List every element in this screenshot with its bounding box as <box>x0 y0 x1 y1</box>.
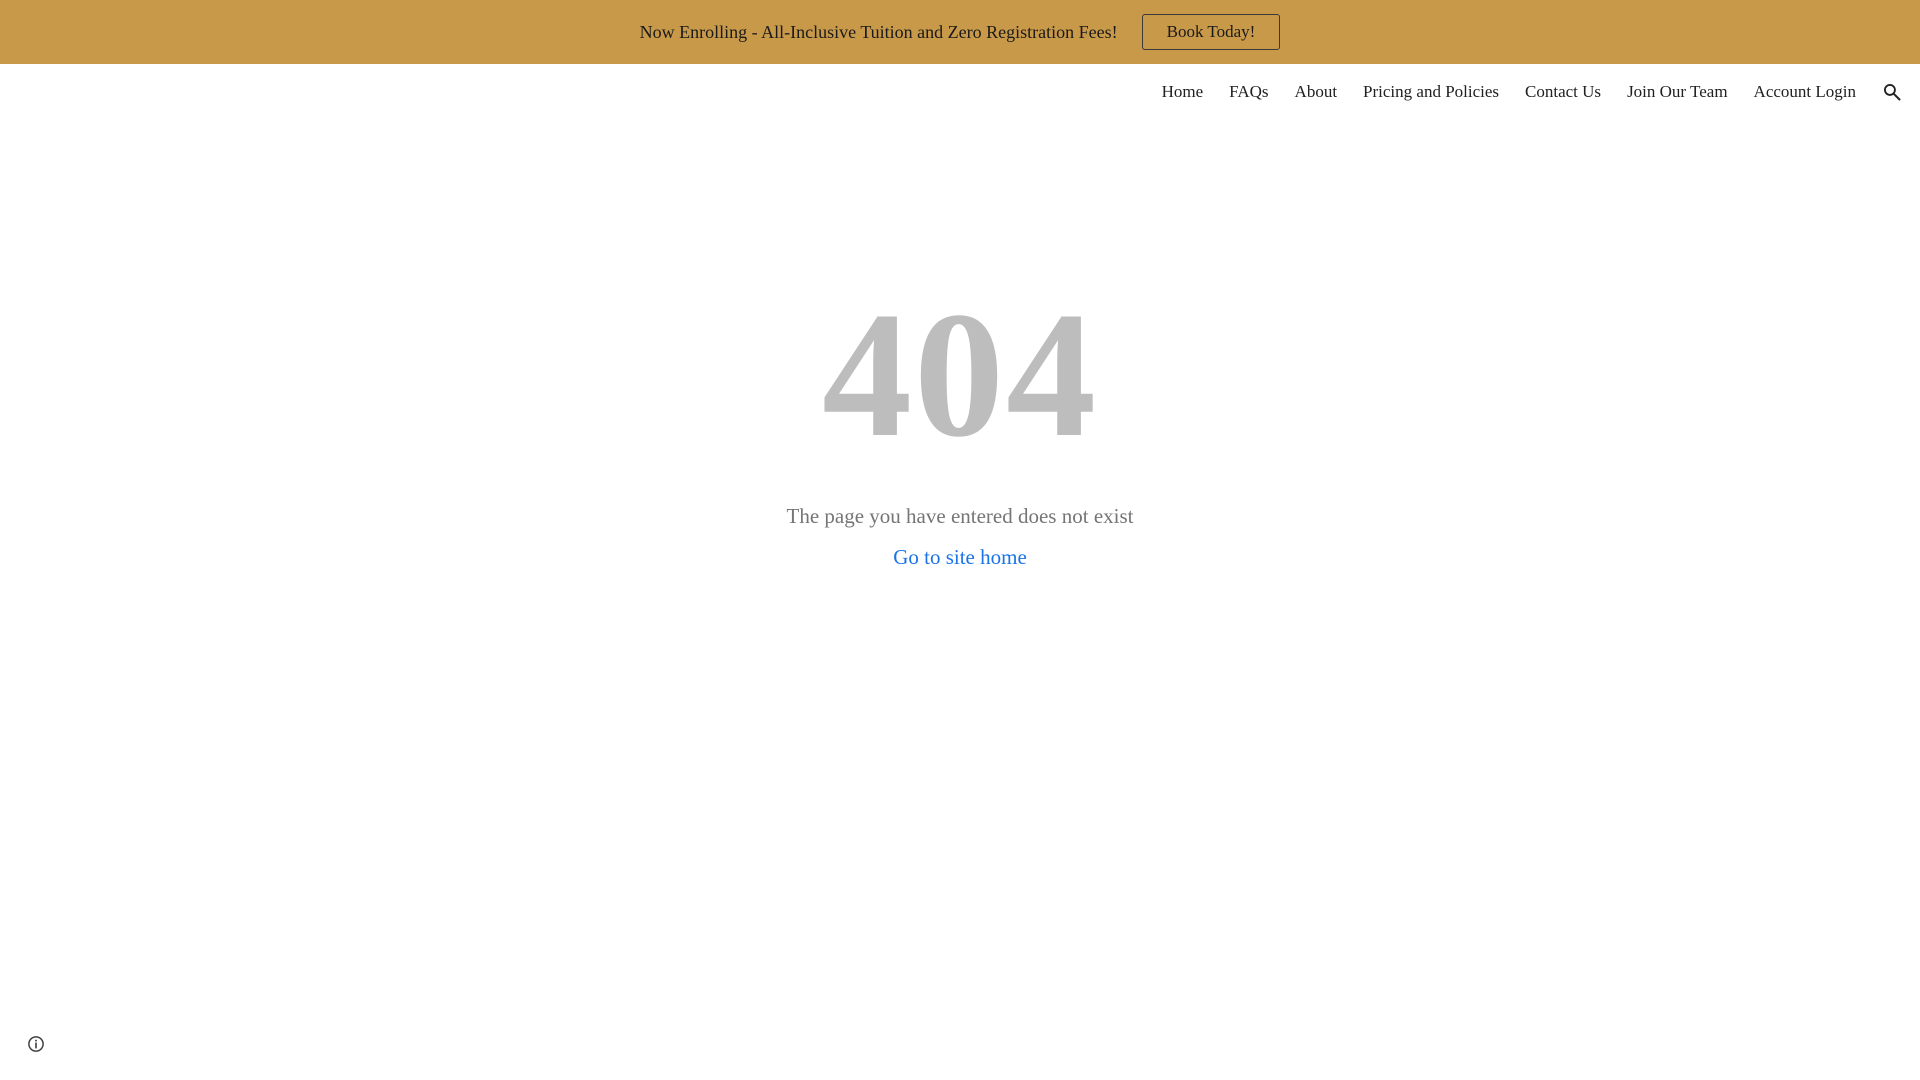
book-today-button[interactable]: Book Today! <box>1141 14 1281 50</box>
nav-item-faqs[interactable]: FAQs <box>1229 82 1268 102</box>
nav-item-about[interactable]: About <box>1295 82 1338 102</box>
error-content: 404 The page you have entered does not e… <box>0 275 1920 570</box>
banner-text: Now Enrolling - All-Inclusive Tuition an… <box>639 21 1118 42</box>
search-icon <box>1884 84 1901 101</box>
go-to-site-home-link[interactable]: Go to site home <box>893 545 1027 570</box>
info-icon <box>28 1036 44 1052</box>
error-code: 404 <box>822 275 1098 474</box>
error-message: The page you have entered does not exist <box>786 504 1134 528</box>
nav-item-contact-us[interactable]: Contact Us <box>1525 82 1601 102</box>
nav-item-account-login[interactable]: Account Login <box>1754 82 1856 102</box>
nav-item-join-our-team[interactable]: Join Our Team <box>1627 82 1727 102</box>
nav-item-home[interactable]: Home <box>1162 82 1204 102</box>
site-info-button[interactable] <box>26 1034 46 1054</box>
announcement-banner: Now Enrolling - All-Inclusive Tuition an… <box>0 0 1920 64</box>
search-button[interactable] <box>1880 80 1904 104</box>
top-navigation: Home FAQs About Pricing and Policies Con… <box>0 64 1920 120</box>
nav-item-pricing-and-policies[interactable]: Pricing and Policies <box>1363 82 1499 102</box>
